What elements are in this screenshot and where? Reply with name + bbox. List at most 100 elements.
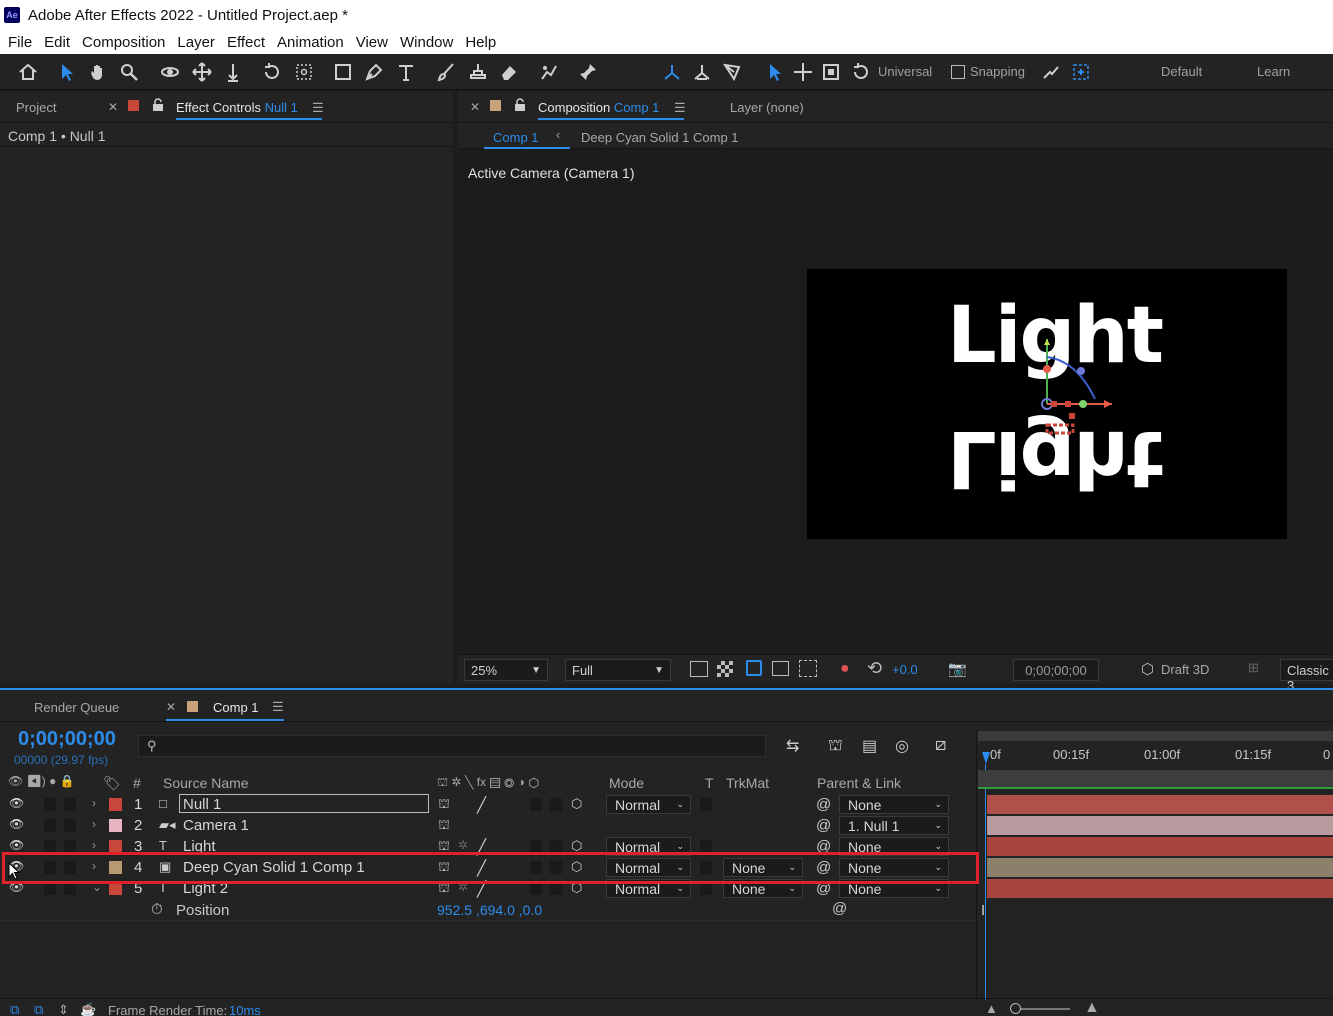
chevron-right-icon[interactable]: ›	[92, 796, 96, 810]
tab-project[interactable]: Project	[16, 100, 56, 115]
modes-toggle-icon[interactable]: ⧉	[34, 1002, 43, 1016]
transform-gizmo[interactable]	[807, 269, 1287, 539]
clone-stamp-tool-icon[interactable]	[466, 60, 490, 84]
layer-duration-bar[interactable]	[987, 858, 1333, 877]
current-time-display[interactable]: 0;00;00;00	[1013, 659, 1099, 681]
close-icon[interactable]: ✕	[470, 100, 480, 114]
parent-pickwhip-icon[interactable]: @	[816, 796, 831, 813]
shy-layers-icon[interactable]: ⛫	[828, 736, 843, 756]
view-axis-mode-icon[interactable]	[720, 60, 744, 84]
frame-blending-icon[interactable]: ▤	[862, 736, 877, 756]
color-channels-icon[interactable]: ●	[840, 660, 850, 678]
draft-3d-icon[interactable]: ⬡	[1141, 660, 1154, 678]
tab-effect-controls[interactable]: Effect Controls Null 1	[176, 100, 298, 115]
parent-dropdown[interactable]: 1. Null 1 ⌄	[839, 816, 949, 835]
menu-view[interactable]: View	[348, 34, 388, 51]
eraser-tool-icon[interactable]	[497, 60, 521, 84]
guides-grid-icon[interactable]	[799, 660, 817, 677]
layer-name[interactable]: Null 1	[179, 794, 429, 813]
menu-window[interactable]: Window	[392, 34, 453, 51]
solo-switch[interactable]	[44, 798, 56, 811]
menu-help[interactable]: Help	[457, 34, 496, 51]
layer-row[interactable]: 👁 › 1 □ Null 1 ⛫ ╱ ⬡ Normal ⌄ @ None ⌄	[0, 794, 975, 815]
local-axis-mode-icon[interactable]	[660, 60, 684, 84]
pan-camera-icon[interactable]	[190, 60, 214, 84]
parent-dropdown[interactable]: None ⌄	[839, 795, 949, 814]
world-axis-mode-icon[interactable]	[690, 60, 714, 84]
layer-name[interactable]: Camera 1	[183, 817, 249, 834]
snap-to-edges-icon[interactable]	[1069, 60, 1093, 84]
visibility-eye-icon[interactable]: 👁	[9, 796, 24, 810]
resolution-dropdown[interactable]: Full ▼	[565, 659, 671, 681]
3d-ground-plane-icon[interactable]: ⊞	[1248, 660, 1259, 676]
renderer-dropdown[interactable]: Classic 3	[1280, 659, 1333, 693]
fast-previews-icon[interactable]	[690, 661, 708, 677]
region-of-interest-icon[interactable]	[772, 661, 789, 676]
draft-3d-label[interactable]: Draft 3D	[1161, 662, 1209, 677]
tab-comp-1[interactable]: Comp 1	[213, 700, 259, 715]
menu-effect[interactable]: Effect	[219, 34, 265, 51]
collapse-transform-icon[interactable]: ✲	[458, 838, 468, 852]
layer-duration-bar[interactable]	[987, 816, 1333, 835]
composition-canvas[interactable]: Light Light	[807, 269, 1287, 539]
orbit-camera-icon[interactable]	[158, 60, 182, 84]
visibility-eye-icon[interactable]: 👁	[9, 817, 24, 831]
tab-layer[interactable]: Layer (none)	[730, 100, 804, 115]
label-color-swatch[interactable]	[109, 798, 122, 811]
layer-switches-toggle-icon[interactable]: ⧉	[10, 1002, 19, 1016]
lock-switch[interactable]	[64, 798, 76, 811]
universal-move-icon[interactable]	[791, 60, 815, 84]
lock-icon[interactable]	[514, 98, 526, 115]
quality-switch-icon[interactable]: ╱	[477, 796, 486, 814]
universal-select-icon[interactable]	[763, 60, 787, 84]
snapping-checkbox[interactable]	[946, 60, 970, 84]
dolly-camera-icon[interactable]	[221, 60, 245, 84]
workspace-default[interactable]: Default	[1161, 64, 1202, 79]
work-area-range[interactable]	[978, 770, 1333, 789]
layer-duration-bar[interactable]	[987, 879, 1333, 898]
mask-visibility-icon[interactable]	[746, 660, 762, 676]
lock-icon[interactable]	[152, 98, 164, 115]
preserve-transparency-switch[interactable]	[700, 798, 712, 811]
snap-options-icon[interactable]	[1039, 60, 1063, 84]
time-zoom-slider-handle[interactable]	[1010, 1003, 1021, 1014]
position-y[interactable]: 694.0	[480, 902, 515, 918]
blend-mode-dropdown[interactable]: Normal ⌄	[606, 795, 691, 814]
render-time-icon[interactable]: ☕	[80, 1002, 96, 1016]
zoom-dropdown[interactable]: 25% ▼	[464, 659, 548, 681]
playhead-line[interactable]	[985, 764, 986, 1000]
zoom-tool-icon[interactable]	[117, 60, 141, 84]
tab-composition[interactable]: Composition Comp 1	[538, 100, 659, 115]
puppet-pin-tool-icon[interactable]	[576, 60, 600, 84]
menu-edit[interactable]: Edit	[36, 34, 70, 51]
in-out-toggle-icon[interactable]: ⇕	[58, 1002, 69, 1016]
hand-tool-icon[interactable]	[86, 60, 110, 84]
universal-scale-icon[interactable]	[819, 60, 843, 84]
lock-switch[interactable]	[64, 819, 76, 832]
reset-exposure-icon[interactable]: ⟲	[867, 658, 882, 679]
graph-editor-icon[interactable]: ⧄	[935, 734, 946, 755]
zoom-in-icon[interactable]: ▲	[1084, 999, 1100, 1016]
comp-crumb-other[interactable]: Deep Cyan Solid 1 Comp 1	[581, 130, 739, 145]
type-tool-icon[interactable]	[394, 60, 418, 84]
chevron-right-icon[interactable]: ›	[92, 817, 96, 831]
adjustment-switch[interactable]	[530, 798, 542, 811]
expression-pickwhip-icon[interactable]: @	[832, 900, 847, 917]
label-color-swatch[interactable]	[109, 819, 122, 832]
position-value[interactable]: 952.5 ,694.0 ,0.0	[437, 902, 542, 918]
menu-animation[interactable]: Animation	[269, 34, 344, 51]
brush-tool-icon[interactable]	[434, 60, 458, 84]
visibility-eye-icon[interactable]: 👁	[9, 838, 24, 852]
layer-search-input[interactable]: ⚲	[138, 735, 766, 757]
3d-layer-cube-icon[interactable]: ⬡	[571, 796, 582, 812]
panel-menu-icon[interactable]: ☰	[312, 100, 324, 116]
menu-file[interactable]: File	[0, 34, 32, 51]
rectangle-tool-icon[interactable]	[331, 60, 355, 84]
composition-viewer[interactable]: Active Camera (Camera 1) Light Light	[458, 149, 1333, 654]
shy-switch-icon[interactable]: ⛫	[438, 796, 450, 814]
current-time-display[interactable]: 0;00;00;00	[18, 728, 116, 751]
motion-blur-switch[interactable]	[550, 798, 562, 811]
parent-pickwhip-icon[interactable]: @	[816, 817, 831, 834]
work-area-bar[interactable]	[978, 731, 1333, 741]
menu-composition[interactable]: Composition	[74, 34, 165, 51]
